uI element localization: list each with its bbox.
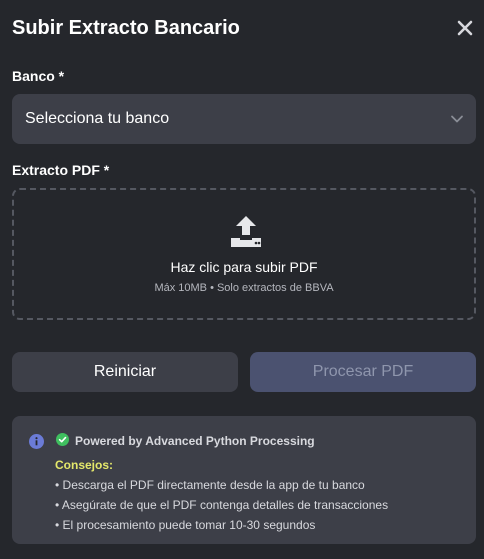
tips-title: Consejos:: [55, 458, 114, 472]
tip-item: • Asegúrate de que el PDF contenga detal…: [55, 498, 389, 512]
bank-select-value: Selecciona tu banco: [25, 110, 170, 127]
pdf-dropzone[interactable]: Haz clic para subir PDF Máx 10MB • Solo …: [12, 188, 476, 320]
close-icon[interactable]: [455, 18, 475, 38]
dropzone-subtitle: Máx 10MB • Solo extractos de BBVA: [154, 282, 334, 294]
tip-item: • El procesamiento puede tomar 10-30 seg…: [55, 518, 316, 532]
modal-title: Subir Extracto Bancario: [12, 17, 240, 39]
bank-select[interactable]: Selecciona tu banco: [12, 94, 476, 144]
reset-button[interactable]: Reiniciar: [12, 352, 238, 392]
process-pdf-button[interactable]: Procesar PDF: [250, 352, 476, 392]
bank-label: Banco *: [12, 68, 65, 84]
upload-statement-modal: Subir Extracto Bancario Banco * Seleccio…: [0, 0, 484, 559]
check-circle-icon: [56, 433, 69, 446]
tips-panel: Powered by Advanced Python Processing Co…: [12, 416, 476, 544]
tip-item: • Descarga el PDF directamente desde la …: [55, 478, 365, 492]
pdf-label: Extracto PDF *: [12, 162, 110, 178]
upload-icon: [229, 214, 263, 248]
dropzone-title: Haz clic para subir PDF: [170, 259, 318, 275]
info-icon: [29, 434, 44, 449]
powered-by-text: Powered by Advanced Python Processing: [75, 434, 315, 448]
chevron-down-icon: [450, 112, 464, 126]
